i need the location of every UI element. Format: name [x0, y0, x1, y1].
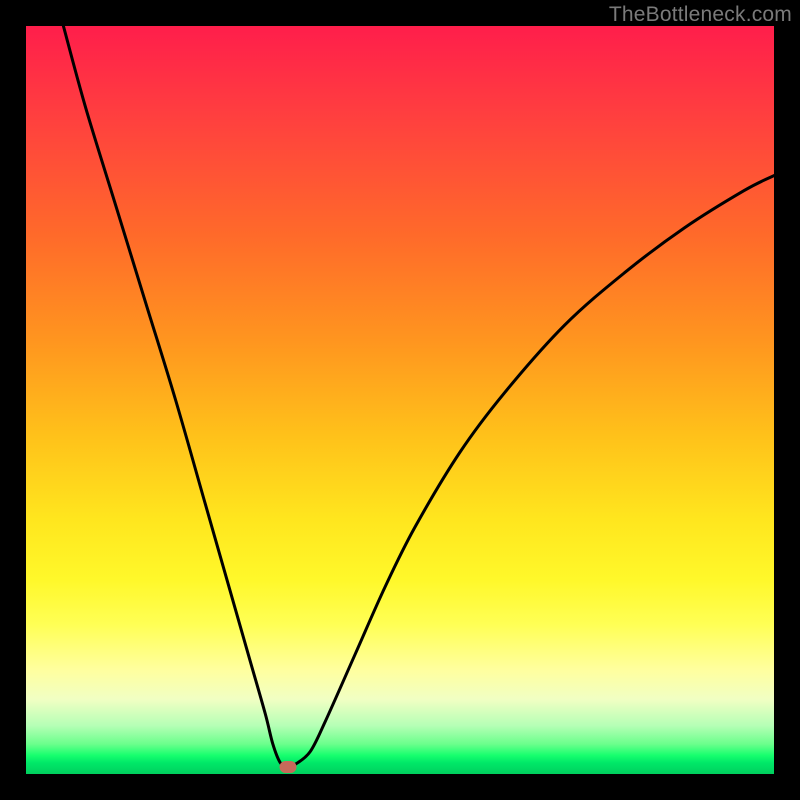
optimal-point-marker	[279, 761, 296, 773]
watermark-text: TheBottleneck.com	[609, 3, 792, 27]
chart-frame: TheBottleneck.com	[0, 0, 800, 800]
bottleneck-curve	[26, 26, 774, 774]
plot-area	[26, 26, 774, 774]
